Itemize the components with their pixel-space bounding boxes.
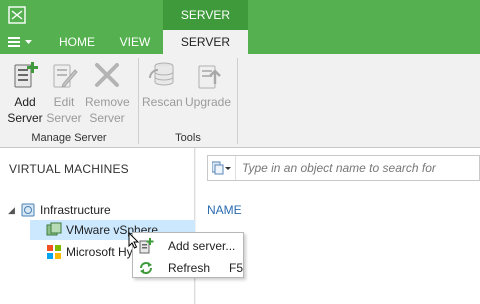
ribbon-body: Add Server Edit Server Remove Server Man… — [0, 54, 480, 148]
upgrade-button[interactable]: Upgrade — [185, 60, 231, 110]
search-input[interactable] — [236, 161, 476, 175]
tree-expanded-arrow-icon[interactable]: ◢ — [8, 205, 20, 216]
tree-item-infrastructure[interactable]: ◢ Infrastructure — [8, 200, 111, 220]
remove-server-button[interactable]: Remove Server — [85, 60, 130, 126]
ribbon-header: SERVER TOOLS HOME VIEW SERVER — [0, 0, 480, 54]
context-menu: Add server... Refresh F5 — [132, 232, 244, 278]
tab-server[interactable]: SERVER — [163, 30, 248, 54]
upgrade-icon — [198, 65, 221, 89]
infrastructure-icon — [21, 203, 35, 217]
rescan-label: Rescan — [142, 95, 183, 109]
menu-item-label: Add server... — [168, 239, 236, 253]
hyper-v-icon — [47, 245, 61, 259]
refresh-icon — [140, 262, 152, 274]
menu-item-add-server[interactable]: Add server... — [133, 235, 243, 257]
object-list-panel: NAME — [196, 148, 480, 304]
rescan-button[interactable]: Rescan — [142, 60, 183, 110]
remove-server-label-1: Remove — [85, 95, 130, 109]
add-server-label-1: Add — [14, 95, 36, 109]
chevron-down-icon — [25, 39, 32, 44]
search-filter-dropdown[interactable] — [208, 156, 236, 180]
edit-server-label-2: Server — [46, 111, 82, 125]
tree-item-label: Infrastructure — [40, 203, 111, 217]
add-server-icon — [14, 62, 38, 88]
edit-server-label-1: Edit — [53, 95, 75, 109]
tab-home[interactable]: HOME — [48, 30, 106, 54]
name-column-header[interactable]: NAME — [207, 203, 242, 217]
add-server-icon — [139, 238, 154, 254]
server-tools-context-label: SERVER TOOLS — [163, 0, 248, 52]
hamburger-icon — [8, 37, 20, 47]
virtual-machines-panel: VIRTUAL MACHINES ◢ Infrastructure VMware… — [0, 148, 195, 304]
manage-server-group-label: Manage Server — [31, 132, 107, 144]
app-logo-icon — [8, 6, 26, 24]
search-box — [207, 155, 480, 181]
menu-item-refresh[interactable]: Refresh F5 — [133, 257, 243, 279]
tab-view[interactable]: VIEW — [112, 30, 158, 54]
group-divider — [237, 58, 238, 144]
main-menu-button[interactable] — [8, 33, 38, 51]
rescan-icon — [149, 62, 174, 86]
tools-group-label: Tools — [175, 132, 201, 144]
edit-server-button[interactable]: Edit Server — [44, 60, 84, 126]
menu-item-label: Refresh — [168, 261, 211, 275]
upgrade-label: Upgrade — [185, 95, 232, 109]
add-server-label-2: Server — [7, 111, 43, 125]
remove-server-icon — [95, 63, 119, 87]
menu-item-shortcut: F5 — [229, 261, 244, 275]
add-server-button[interactable]: Add Server — [5, 60, 45, 126]
filter-icon — [211, 161, 231, 175]
remove-server-label-2: Server — [89, 111, 125, 125]
virtual-machines-header: VIRTUAL MACHINES — [9, 162, 129, 176]
mouse-cursor-icon — [128, 232, 140, 249]
edit-server-icon — [53, 64, 78, 88]
vmware-icon — [46, 222, 62, 236]
